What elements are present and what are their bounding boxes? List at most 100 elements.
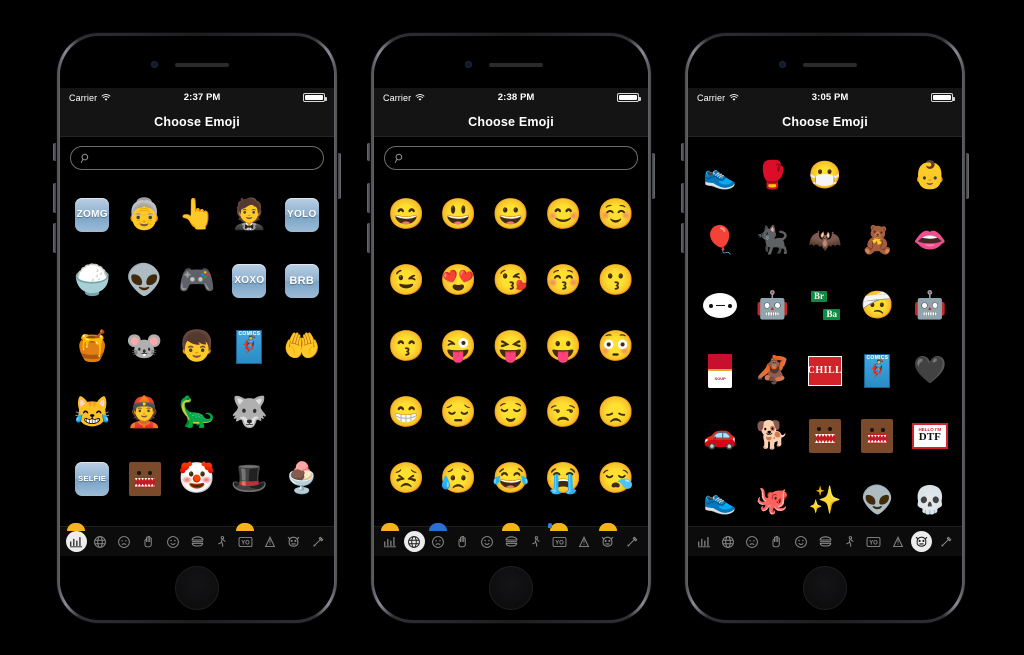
sad-but-relieved-emoji[interactable]: 😥 (440, 464, 477, 494)
face-blowing-kiss-emoji[interactable]: 😘 (492, 266, 529, 296)
emoji-cell[interactable]: 😌 (485, 380, 537, 446)
kissing-face-emoji[interactable]: 😗 (597, 266, 634, 296)
emoji-cell[interactable]: 🤡 (171, 446, 223, 512)
emoji-cell[interactable]: ZOMG (66, 182, 118, 248)
boxer-sticker[interactable]: 🥊 (756, 162, 790, 189)
yoda-emoji[interactable]: 👽 (126, 266, 163, 296)
domo-sticker[interactable] (128, 462, 161, 496)
emoji-cell[interactable] (694, 273, 746, 338)
sleepy-face-emoji[interactable]: 😪 (597, 464, 634, 494)
brb-badge[interactable]: BRB (284, 264, 319, 298)
tab-invader[interactable] (910, 527, 934, 556)
search-input[interactable] (411, 152, 628, 164)
dessert-bowl-emoji[interactable]: 🍨 (283, 464, 320, 494)
emoji-cell[interactable]: SOUP (694, 338, 746, 403)
search-bar[interactable] (384, 146, 638, 170)
pensive-face-emoji[interactable]: 😔 (440, 398, 477, 428)
tab-triangle[interactable] (258, 527, 282, 556)
batman-sticker[interactable]: 🦇 (808, 227, 842, 254)
emoji-cell[interactable]: CHILL (799, 338, 851, 403)
tab-hand[interactable] (451, 527, 475, 556)
kissing-closed-eyes-emoji[interactable]: 😚 (545, 266, 582, 296)
adidas-sneaker-sticker[interactable]: 👟 (703, 162, 737, 189)
tab-globe[interactable] (716, 527, 740, 556)
winking-tongue-emoji[interactable]: 😜 (440, 332, 477, 362)
emoji-cell[interactable]: XOXO (223, 248, 275, 314)
tongue-out-emoji[interactable]: 😛 (545, 332, 582, 362)
darth-vader-sticker[interactable]: 🖤 (913, 357, 947, 384)
game-controller-emoji[interactable]: 🎮 (178, 266, 215, 296)
tears-of-joy-emoji[interactable]: 😂 (492, 464, 529, 494)
black-cat-sticker[interactable]: 🐈‍⬛ (756, 227, 790, 254)
arcade-cabinet-sticker[interactable]: 🕹 (860, 162, 894, 189)
emoji-cell[interactable]: 🐭 (118, 314, 170, 380)
grimacing-face-emoji[interactable]: 😁 (388, 398, 425, 428)
smiling-face-smiling-eyes-emoji[interactable]: 😊 (545, 200, 582, 230)
emoji-cell[interactable]: 🐈‍⬛ (746, 208, 798, 273)
domo-sticker[interactable] (808, 418, 841, 453)
emoji-cell[interactable]: 😞 (590, 380, 642, 446)
tab-yo[interactable]: YO (233, 523, 257, 556)
emoji-cell[interactable]: 😝 (485, 314, 537, 380)
tab-triangle[interactable] (572, 527, 596, 556)
tab-triangle[interactable] (886, 527, 910, 556)
emoji-cell[interactable]: ✨ (799, 468, 851, 526)
tab-chart[interactable] (64, 523, 88, 556)
man-in-suit-emoji[interactable]: 🤵 (231, 200, 268, 230)
tab-wand[interactable] (306, 527, 330, 556)
emoji-cell[interactable]: Br Ba (799, 273, 851, 338)
emoji-cell[interactable]: 😒 (537, 380, 589, 446)
loudly-crying-emoji[interactable]: 😭 (545, 464, 582, 494)
tab-invader[interactable] (282, 527, 306, 556)
jordan-sneaker-sticker[interactable]: 👟 (703, 487, 737, 514)
angry-mouth-sticker[interactable]: 👄 (913, 227, 947, 254)
bane-mask-sticker[interactable]: 😷 (808, 162, 842, 189)
tab-hand[interactable] (137, 527, 161, 556)
emoji-cell[interactable]: 😛 (537, 314, 589, 380)
brontosaurus-emoji[interactable]: 🦕 (178, 398, 215, 428)
bruised-face-sticker[interactable]: 🤕 (861, 292, 895, 319)
tab-face[interactable] (740, 527, 764, 556)
emoji-cell[interactable]: 🐙 (746, 468, 798, 526)
emoji-cell[interactable]: 🦧 (746, 338, 798, 403)
comic-book-sticker[interactable]: COMICS 🦸 (864, 353, 891, 388)
kissing-smiling-eyes-emoji[interactable]: 😙 (388, 332, 425, 362)
emoji-cell[interactable]: 🤕 (851, 273, 903, 338)
emoji-cell[interactable]: 🚗 (694, 403, 746, 468)
emoji-cell[interactable]: 😊 (537, 182, 589, 248)
emoji-cell[interactable]: 🍚 (66, 248, 118, 314)
chewbacca-sticker[interactable]: 🦧 (756, 357, 790, 384)
tab-yo[interactable]: YO (547, 523, 571, 556)
emoji-cell[interactable]: 😹 (66, 380, 118, 446)
squinting-tongue-emoji[interactable]: 😝 (492, 332, 529, 362)
emoji-cell[interactable]: 🖤 (904, 338, 956, 403)
emoji-cell[interactable]: ☺️ (590, 182, 642, 248)
emoji-cell[interactable]: 🥊 (746, 143, 798, 208)
unamused-face-emoji[interactable]: 😒 (545, 398, 582, 428)
tab-dance[interactable] (837, 527, 861, 556)
tab-yo[interactable]: YO (861, 527, 885, 556)
emoji-cell[interactable]: 🧸 (851, 208, 903, 273)
volume-button[interactable] (53, 183, 56, 213)
emoji-cell[interactable]: 🎩 (223, 446, 275, 512)
emoji-cell[interactable]: 😘 (485, 248, 537, 314)
bed-emoji[interactable]: 🛏 (283, 398, 321, 428)
emoji-cell[interactable]: 😭 (537, 446, 589, 512)
volume-button[interactable] (681, 183, 684, 213)
geisha-face-emoji[interactable]: 👲 (126, 398, 163, 428)
tab-wand[interactable] (934, 527, 958, 556)
tab-face[interactable] (112, 527, 136, 556)
dtf-card-sticker[interactable]: HELLO I'M DTF (911, 422, 948, 449)
tab-smiley[interactable] (475, 527, 499, 556)
tab-globe[interactable] (402, 527, 426, 556)
emoji-cell[interactable]: 😔 (432, 380, 484, 446)
emoji-cell[interactable]: 😄 (380, 182, 432, 248)
grinning-smiling-eyes-emoji[interactable]: 😄 (388, 200, 425, 230)
emoji-cell[interactable]: 👄 (904, 208, 956, 273)
emoji-cell[interactable]: 😚 (537, 248, 589, 314)
campbells-soup-can-sticker[interactable]: SOUP (708, 353, 733, 388)
volume-button[interactable] (367, 223, 370, 253)
emoji-cell[interactable]: 😁 (380, 380, 432, 446)
emoji-cell[interactable] (851, 403, 903, 468)
emoji-cell[interactable]: 🦕 (171, 380, 223, 446)
